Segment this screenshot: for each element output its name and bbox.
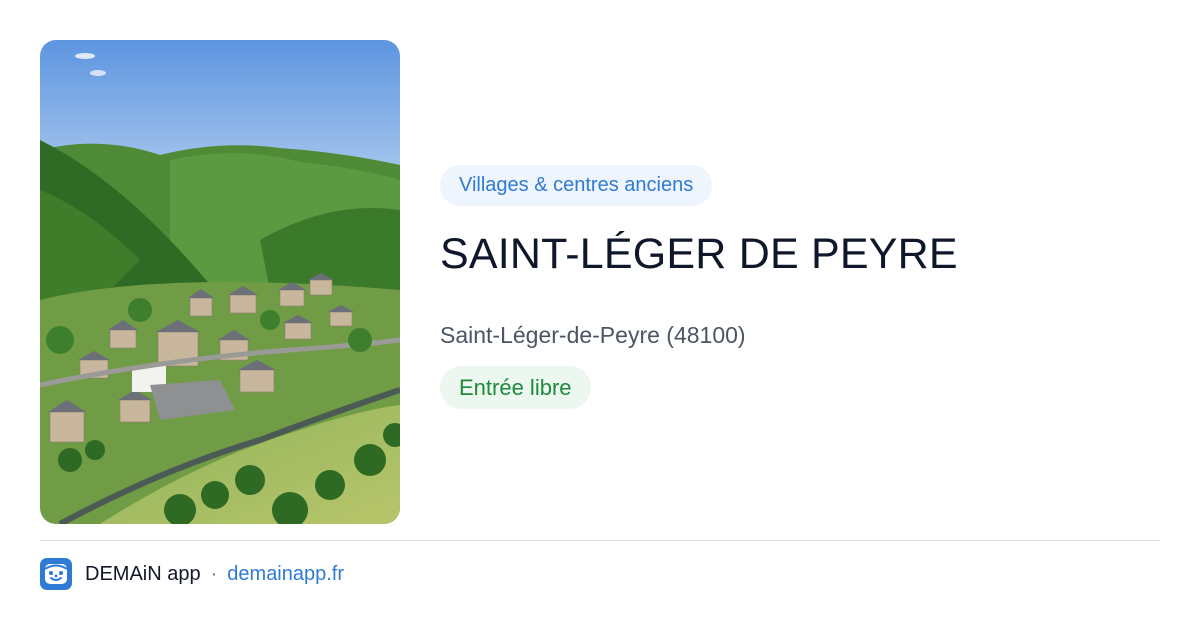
place-location: Saint-Léger-de-Peyre (48100) (440, 322, 746, 348)
place-info: Villages & centres anciens SAINT-LÉGER D… (440, 165, 1160, 409)
app-name: DEMAiN app (85, 562, 201, 585)
place-card: Villages & centres anciens SAINT-LÉGER D… (0, 0, 1200, 630)
footer: DEMAiN app · demainapp.fr (40, 558, 344, 590)
footer-separator: · (210, 562, 218, 585)
demain-app-logo-icon[interactable] (40, 558, 72, 590)
category-badge[interactable]: Villages & centres anciens (440, 165, 713, 206)
app-domain-link[interactable]: demainapp.fr (227, 563, 344, 586)
village-landscape-image (40, 40, 400, 524)
access-badge: Entrée libre (440, 366, 591, 409)
place-title: SAINT-LÉGER DE PEYRE (440, 230, 958, 278)
place-photo[interactable] (40, 40, 400, 524)
footer-divider (40, 540, 1160, 541)
